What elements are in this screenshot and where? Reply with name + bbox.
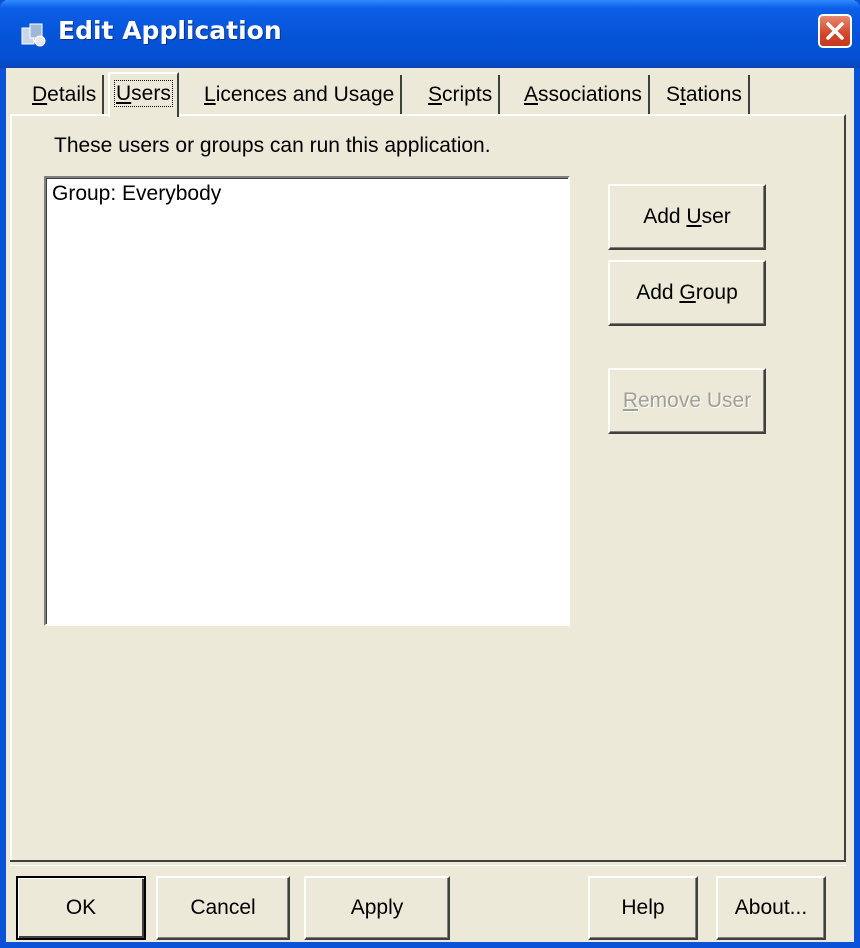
apply-button[interactable]: Apply <box>304 876 450 940</box>
add-user-button[interactable]: Add User <box>608 184 766 250</box>
close-button[interactable] <box>818 14 852 48</box>
tab-hotkey: D <box>32 83 48 106</box>
application-icon <box>21 23 46 47</box>
button-label-rest: roup <box>695 281 738 304</box>
tab-label-pre: S <box>666 83 681 106</box>
tab-label-rest: etails <box>47 83 97 106</box>
cancel-button[interactable]: Cancel <box>156 876 290 940</box>
tab-label-rest: cripts <box>442 83 493 106</box>
button-label: Cancel <box>190 896 256 919</box>
help-button[interactable]: Help <box>588 876 698 940</box>
about-button[interactable]: About... <box>716 876 826 940</box>
users-hint-text: These users or groups can run this appli… <box>54 134 491 157</box>
button-label: Add <box>643 205 687 228</box>
close-icon <box>826 22 844 40</box>
button-label: Add <box>636 281 680 304</box>
button-label: Help <box>621 896 665 919</box>
add-group-button[interactable]: Add Group <box>608 260 766 326</box>
tab-label-rest: icences and Usage <box>215 83 395 106</box>
button-hotkey: G <box>679 281 696 304</box>
tab-hotkey: L <box>204 83 216 106</box>
tab-label-rest: ssociations <box>538 83 642 106</box>
tab-hotkey: S <box>428 83 443 106</box>
tab-licences-and-usage[interactable]: Licences and Usage <box>198 75 403 115</box>
window-title: Edit Application <box>58 16 282 45</box>
title-bar[interactable]: Edit Application <box>0 0 860 68</box>
tab-label-rest: ations <box>685 83 742 106</box>
button-hotkey: R <box>622 389 638 412</box>
tab-stations[interactable]: Stations <box>660 75 750 115</box>
button-label-rest: ser <box>701 205 731 228</box>
list-item[interactable]: Group: Everybody <box>46 178 568 210</box>
tab-hotkey: U <box>116 82 132 105</box>
ok-button[interactable]: OK <box>16 876 146 940</box>
tab-hotkey: A <box>524 83 539 106</box>
tab-associations[interactable]: Associations <box>518 75 650 115</box>
tab-details[interactable]: Details <box>26 75 105 115</box>
button-label: About... <box>734 896 808 919</box>
footer-divider <box>10 860 846 866</box>
button-label: Apply <box>350 896 404 919</box>
users-listbox[interactable]: Group: Everybody <box>44 176 570 626</box>
button-label: OK <box>65 896 97 919</box>
button-label-rest: emove User <box>637 389 752 412</box>
tab-label-rest: sers <box>131 82 171 105</box>
tab-scripts[interactable]: Scripts <box>422 75 501 115</box>
remove-user-button[interactable]: Remove User <box>608 368 766 434</box>
tab-users[interactable]: Users <box>108 72 179 117</box>
button-hotkey: U <box>686 205 702 228</box>
